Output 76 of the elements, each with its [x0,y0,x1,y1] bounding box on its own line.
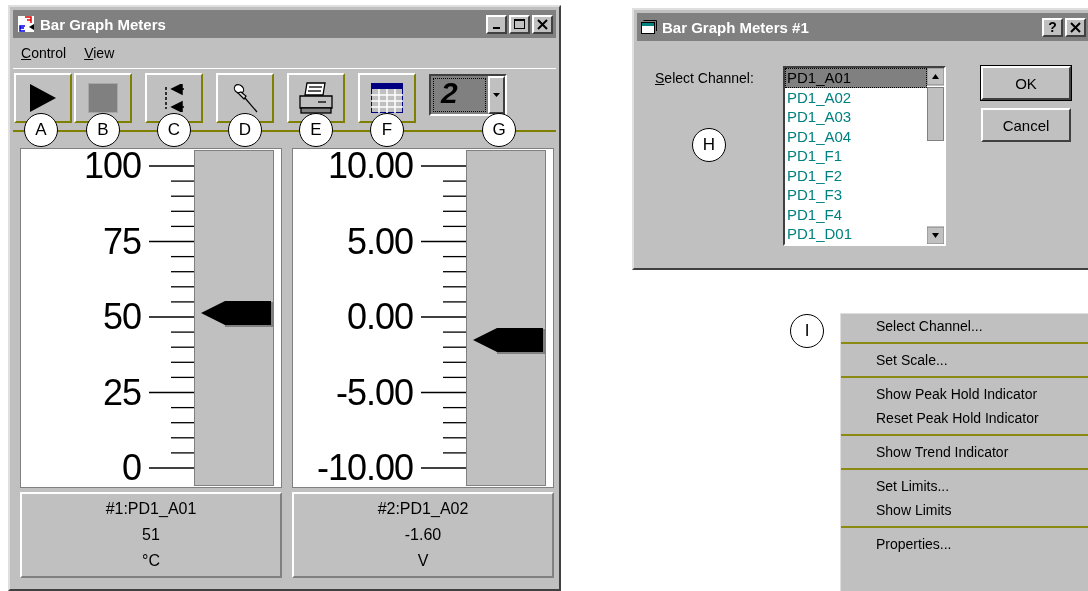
arrows-button[interactable] [145,73,203,123]
printer-button[interactable] [287,73,345,123]
scale-label: 0.00 [346,300,413,334]
scale-label: 0 [121,451,141,485]
window-title: Bar Graph Meters [40,15,167,33]
scale-label: 75 [102,224,141,259]
callout-marker: G [482,113,516,147]
channel-name: #1:PD1_A01 [105,499,197,519]
meter-reading: 51 [142,525,160,545]
list-item[interactable]: PD1_A02 [785,87,927,107]
list-item[interactable]: PD1_A04 [785,126,927,146]
dropdown-value: 2 [431,76,488,114]
dropdown-arrow-button[interactable] [488,76,505,114]
printer-icon [298,82,334,114]
scale-label: -10.00 [316,451,413,485]
close-icon [534,16,551,32]
callout-marker: E [299,113,333,147]
menu-item[interactable]: Show Limits [841,498,1088,522]
callout-marker: H [692,128,726,162]
callout-marker: B [86,113,120,147]
channel-name: #2:PD1_A02 [377,499,469,519]
help-button[interactable]: ? [1042,17,1063,37]
list-item[interactable]: PD1_F2 [785,165,927,185]
close-button[interactable] [532,14,553,34]
callout-marker: I [790,314,824,348]
menu-item[interactable]: Reset Peak Hold Indicator [841,406,1088,430]
pushpin-icon [232,83,258,113]
dialog-button[interactable]: OK [981,66,1071,100]
menu-item[interactable]: Properties... [841,532,1088,556]
menu-item[interactable]: Control [21,45,67,61]
scale-label: -5.00 [335,375,413,410]
menu-item[interactable]: Select Channel... [841,314,1088,338]
list-item[interactable]: PD1_F4 [785,204,927,224]
app-icon [17,15,35,33]
list-item[interactable]: PD1_F3 [785,185,927,205]
pushpin-button[interactable] [216,73,274,123]
menu-item[interactable]: Set Scale... [841,348,1088,372]
menu-item[interactable]: Set Limits... [841,474,1088,498]
field-label: Select Channel: [655,70,755,86]
stop-icon [88,83,118,113]
meter-count-dropdown[interactable]: 2 [429,74,507,116]
unit-label: °C [142,551,160,571]
maximize-button[interactable] [509,14,530,34]
callout-marker: C [157,113,191,147]
caret-icon [493,93,500,97]
list-item[interactable]: PD1_A03 [785,107,927,127]
meter-reading: -1.60 [404,525,442,545]
table-button[interactable] [358,73,416,123]
dialog-button[interactable]: Cancel [981,108,1071,142]
menu-item[interactable]: View [84,45,115,61]
close-icon [1067,19,1084,35]
unit-label: V [417,551,429,571]
minimize-button[interactable] [486,14,507,34]
menu-item[interactable]: Show Trend Indicator [841,440,1088,464]
minimize-icon [493,27,500,29]
list-item[interactable]: PD1_A01 [785,68,927,88]
scale-label: 25 [102,375,141,410]
close-button[interactable] [1065,17,1086,37]
arrows-icon [164,84,184,112]
stop-button[interactable] [74,73,132,123]
scale-label: 5.00 [346,224,413,259]
play-button[interactable] [14,73,72,123]
list-item[interactable]: PD1_F1 [785,146,927,166]
list-item[interactable]: PD1_D01 [785,224,927,244]
scrollbar[interactable] [927,68,944,244]
callout-marker: F [370,113,404,147]
callout-marker: A [24,113,58,147]
window-icon [641,20,657,34]
scale-label: 50 [102,300,141,334]
scale-label: 10.00 [327,149,413,183]
table-icon [371,83,403,113]
scale-label: 100 [83,149,141,183]
play-icon [30,84,56,112]
callout-marker: D [228,113,262,147]
window-title: Bar Graph Meters #1 [662,18,810,36]
menu-item[interactable]: Show Peak Hold Indicator [841,382,1088,406]
